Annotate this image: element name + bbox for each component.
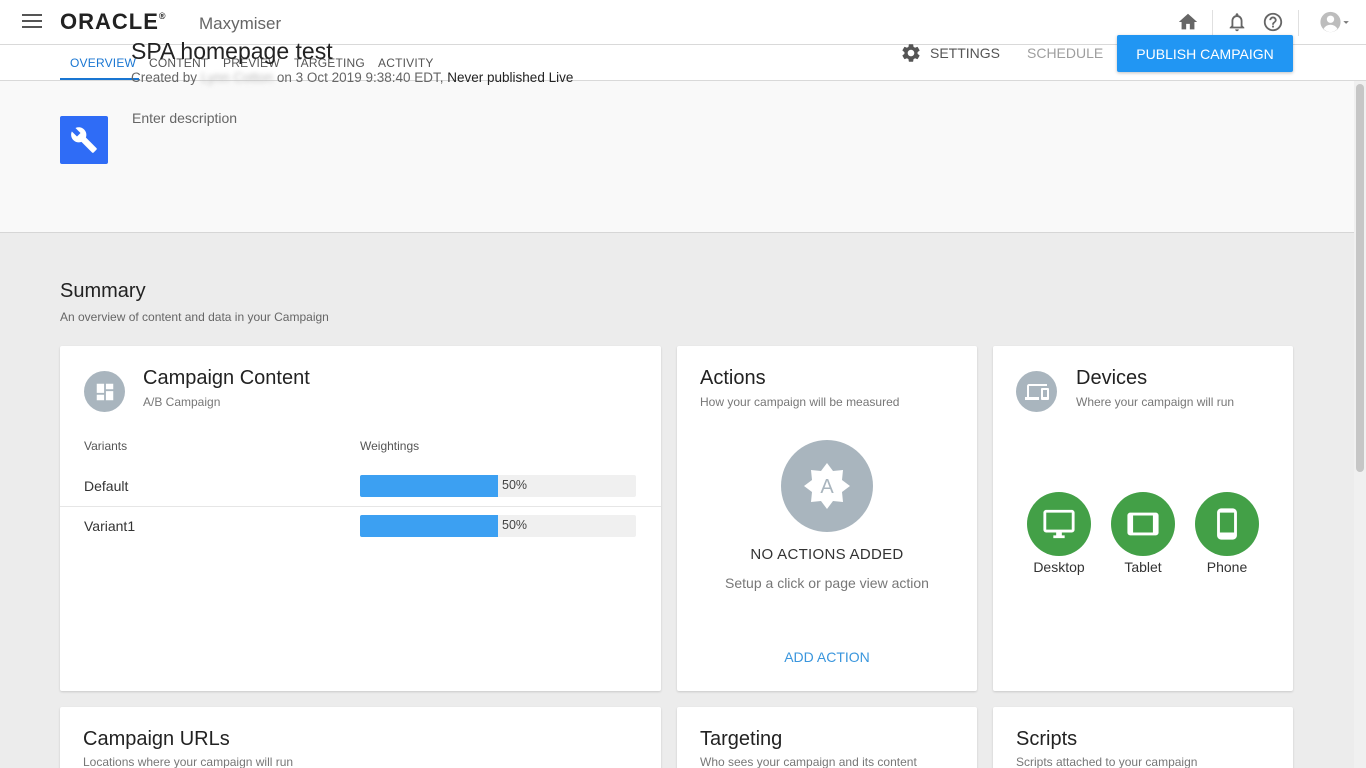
variant-name[interactable]: Default <box>84 478 128 494</box>
schedule-button[interactable]: SCHEDULE <box>1027 45 1103 61</box>
brand-mark: ® <box>158 11 167 21</box>
scripts-title: Scripts <box>1016 728 1078 750</box>
weighting-label: 50% <box>502 518 528 532</box>
scripts-subtitle: Scripts attached to your campaign <box>1016 755 1198 768</box>
weightings-header: Weightings <box>360 439 420 453</box>
settings-button[interactable]: SETTINGS <box>900 42 1000 64</box>
campaign-urls-subtitle: Locations where your campaign will run <box>83 755 294 768</box>
devices-subtitle: Where your campaign will run <box>1076 395 1235 409</box>
actions-subtitle: How your campaign will be measured <box>700 395 900 409</box>
variants-header: Variants <box>84 439 128 453</box>
created-by-label: Created by <box>131 70 198 85</box>
weighting-bar: 50% <box>360 515 636 537</box>
weighting-bar: 50% <box>360 475 636 497</box>
campaign-content-title: Campaign Content <box>143 367 310 389</box>
tablet-icon[interactable] <box>1111 492 1175 556</box>
campaign-meta: Created by Lynn Cotton on 3 Oct 2019 9:3… <box>131 70 573 85</box>
publish-status: Never published Live <box>447 70 574 85</box>
publish-campaign-button[interactable]: PUBLISH CAMPAIGN <box>1117 35 1293 72</box>
campaign-type: A/B Campaign <box>143 395 221 409</box>
divider <box>1212 10 1213 36</box>
summary-subtitle: An overview of content and data in your … <box>60 310 329 324</box>
actions-title: Actions <box>700 367 766 389</box>
no-actions-hint: Setup a click or page view action <box>725 575 929 591</box>
no-actions-title: NO ACTIONS ADDED <box>750 546 904 563</box>
settings-label: SETTINGS <box>930 45 1001 61</box>
variant-name[interactable]: Variant1 <box>84 518 135 534</box>
brand-text: ORACLE <box>60 9 159 34</box>
oracle-logo[interactable]: ORACLE® <box>60 9 167 35</box>
scrollbar-thumb[interactable] <box>1356 84 1364 472</box>
product-name: Maxymiser <box>199 14 282 33</box>
campaign-header <box>0 81 1354 233</box>
active-tab-indicator <box>60 78 139 80</box>
help-icon[interactable] <box>1262 11 1284 33</box>
dashboard-icon <box>84 371 125 412</box>
action-badge-icon: A <box>781 440 873 532</box>
menu-icon[interactable] <box>22 14 42 30</box>
home-icon[interactable] <box>1177 11 1199 33</box>
phone-icon[interactable] <box>1195 492 1259 556</box>
badge-letter: A <box>820 476 834 498</box>
created-date: on 3 Oct 2019 9:38:40 EDT, <box>276 70 444 85</box>
tablet-label: Tablet <box>1124 559 1162 575</box>
tab-activity[interactable]: ACTIVITY <box>378 56 434 70</box>
devices-title: Devices <box>1076 367 1148 389</box>
gear-icon <box>902 44 920 62</box>
wrench-icon <box>60 116 108 164</box>
weighting-label: 50% <box>502 478 528 492</box>
desktop-label: Desktop <box>1033 559 1085 575</box>
divider <box>1298 10 1299 36</box>
tab-overview[interactable]: OVERVIEW <box>70 56 136 70</box>
desktop-icon[interactable] <box>1027 492 1091 556</box>
weighting-bar-fill <box>360 475 498 497</box>
devices-icon <box>1016 371 1057 412</box>
user-avatar-icon[interactable] <box>1318 11 1354 33</box>
weighting-bar-fill <box>360 515 498 537</box>
campaign-urls-title: Campaign URLs <box>83 728 230 750</box>
summary-title: Summary <box>60 280 146 302</box>
bell-icon[interactable] <box>1226 11 1248 33</box>
targeting-title: Targeting <box>700 728 783 750</box>
targeting-subtitle: Who sees your campaign and its content <box>700 755 917 768</box>
campaign-title[interactable]: SPA homepage test <box>131 38 333 65</box>
add-action-button[interactable]: ADD ACTION <box>677 649 977 665</box>
row-divider <box>60 506 661 507</box>
description-field[interactable]: Enter description <box>132 110 237 126</box>
author-name: Lynn Cotton <box>200 70 274 85</box>
phone-label: Phone <box>1206 559 1248 575</box>
